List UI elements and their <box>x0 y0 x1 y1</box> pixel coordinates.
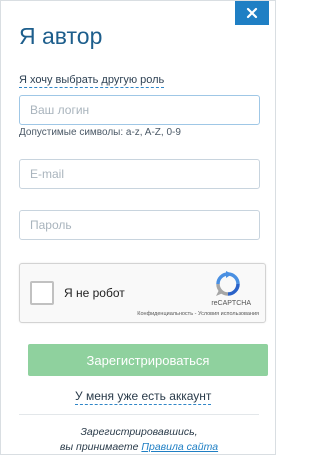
footer-divider <box>19 414 259 415</box>
login-input[interactable] <box>19 95 260 125</box>
register-button[interactable]: Зарегистрироваться <box>28 344 268 376</box>
site-rules-link[interactable]: Правила сайта <box>141 441 218 453</box>
change-role-link[interactable]: Я хочу выбрать другую роль <box>19 74 165 88</box>
password-input[interactable] <box>19 210 260 240</box>
terms-notice-prefix: вы принимаете <box>59 441 142 453</box>
registration-dialog: Я автор Я хочу выбрать другую роль Допус… <box>0 0 276 455</box>
email-input[interactable] <box>19 159 260 189</box>
dialog-title: Я автор <box>19 23 103 49</box>
recaptcha-widget: Я не робот reCAPTCHA Конфиденциальность … <box>19 263 266 323</box>
login-hint: Допустимые символы: a-z, A-Z, 0-9 <box>19 127 181 138</box>
terms-notice: Зарегистрировавшись, вы принимаете Прави… <box>1 425 277 455</box>
have-account-link[interactable]: У меня уже есть аккаунт <box>75 389 212 405</box>
terms-notice-line2: вы принимаете Правила сайта <box>1 440 277 455</box>
recaptcha-brand: reCAPTCHA <box>211 300 251 307</box>
terms-notice-line1: Зарегистрировавшись, <box>80 426 198 438</box>
recaptcha-label: Я не робот <box>64 286 125 300</box>
recaptcha-checkbox[interactable] <box>30 281 54 305</box>
recaptcha-terms-link[interactable]: Условия использования <box>198 311 259 317</box>
recaptcha-logo-icon <box>216 271 240 296</box>
close-button[interactable] <box>235 1 269 25</box>
recaptcha-links: Конфиденциальность - Условия использован… <box>137 311 259 317</box>
close-icon <box>246 7 258 19</box>
recaptcha-privacy-link[interactable]: Конфиденциальность <box>137 311 193 317</box>
